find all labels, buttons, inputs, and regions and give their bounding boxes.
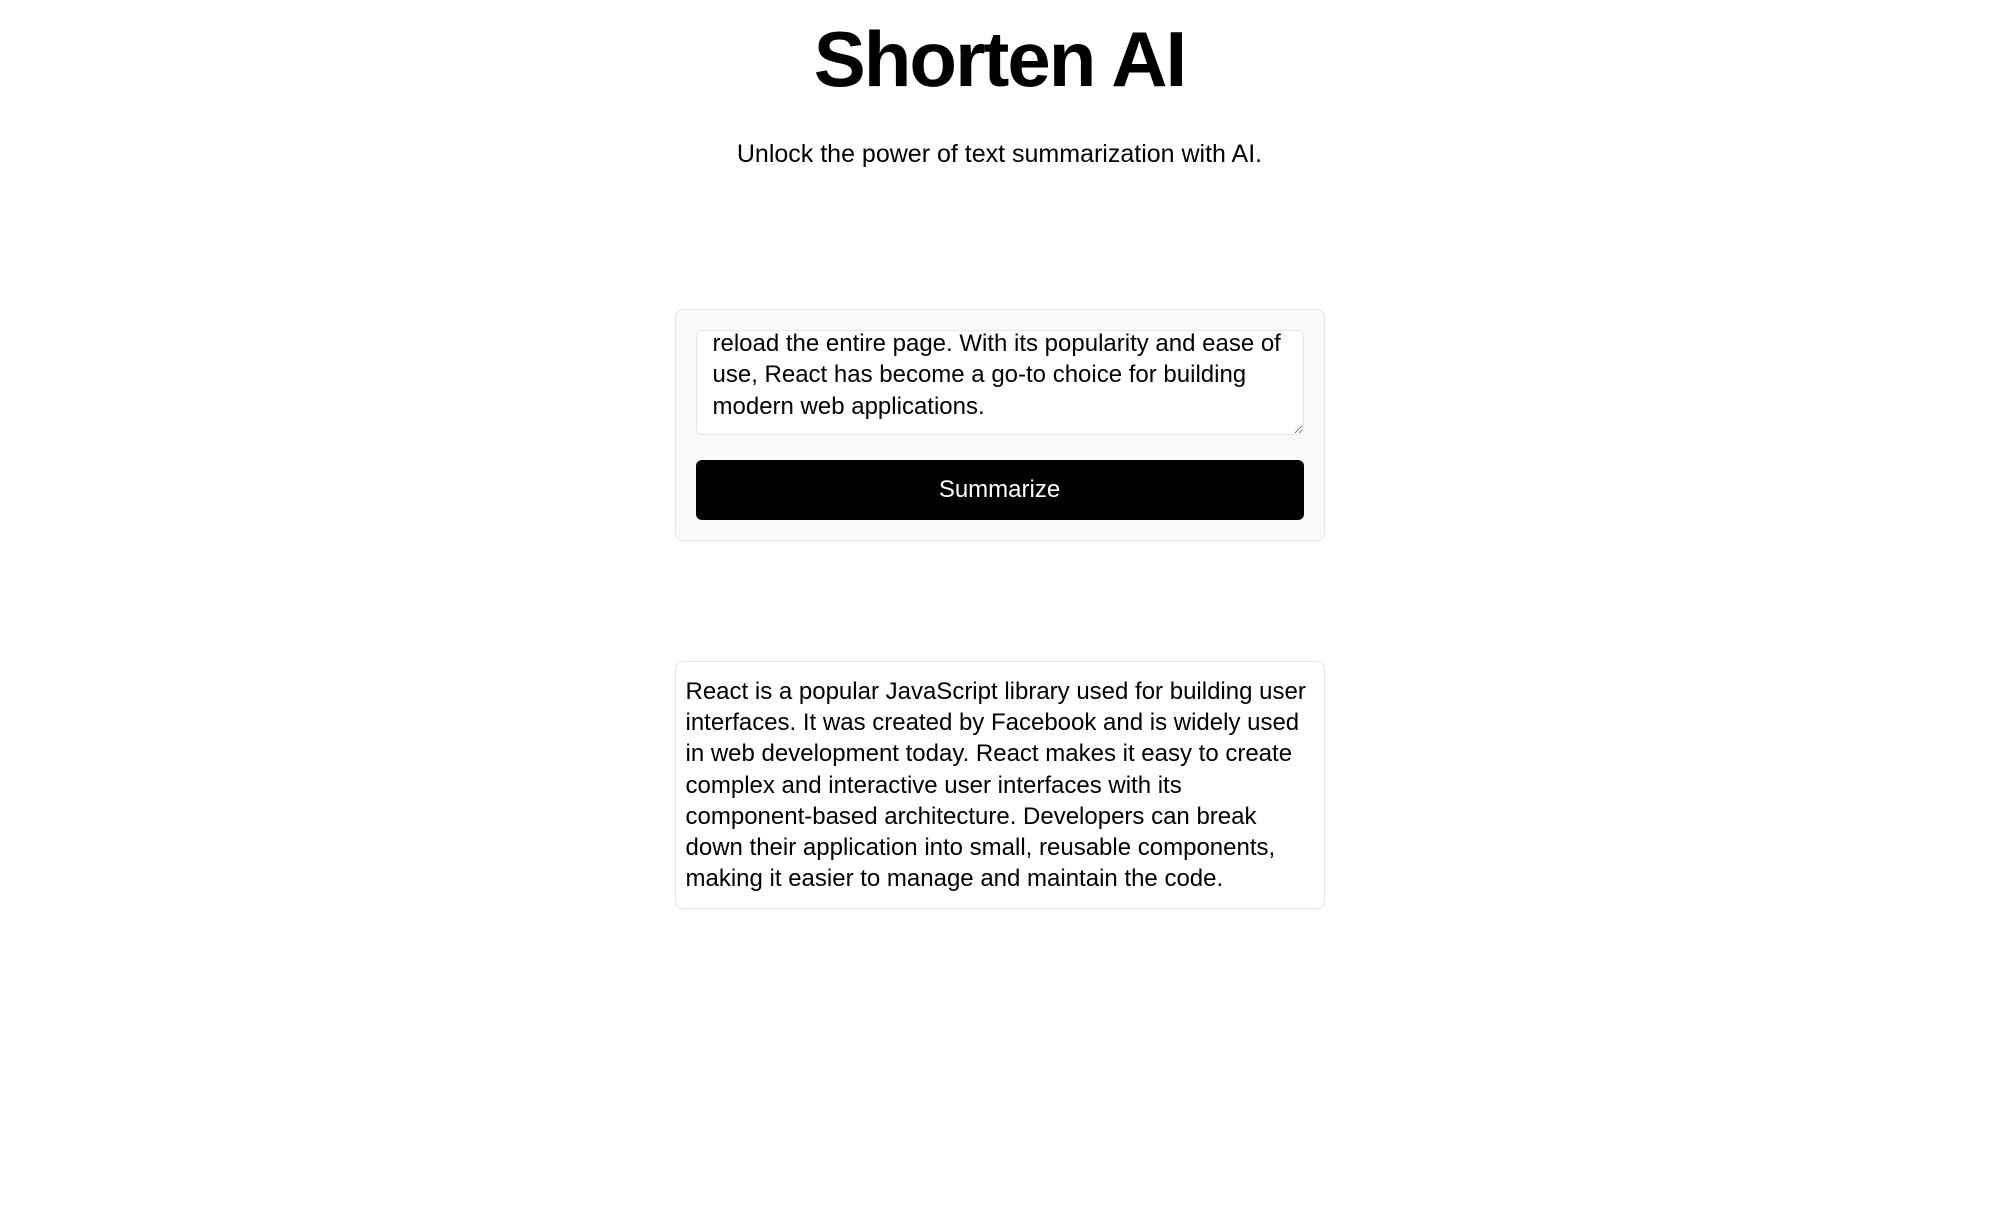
output-text: React is a popular JavaScript library us… xyxy=(686,676,1314,894)
page-title: Shorten AI xyxy=(0,20,1999,98)
output-card: React is a popular JavaScript library us… xyxy=(675,661,1325,909)
page-subtitle: Unlock the power of text summarization w… xyxy=(0,140,1999,169)
main-content: Summarize React is a popular JavaScript … xyxy=(675,309,1325,909)
input-card: Summarize xyxy=(675,309,1325,541)
app-container: Shorten AI Unlock the power of text summ… xyxy=(0,0,1999,909)
header: Shorten AI Unlock the power of text summ… xyxy=(0,20,1999,169)
summarize-button[interactable]: Summarize xyxy=(696,460,1304,520)
text-input[interactable] xyxy=(696,330,1304,435)
